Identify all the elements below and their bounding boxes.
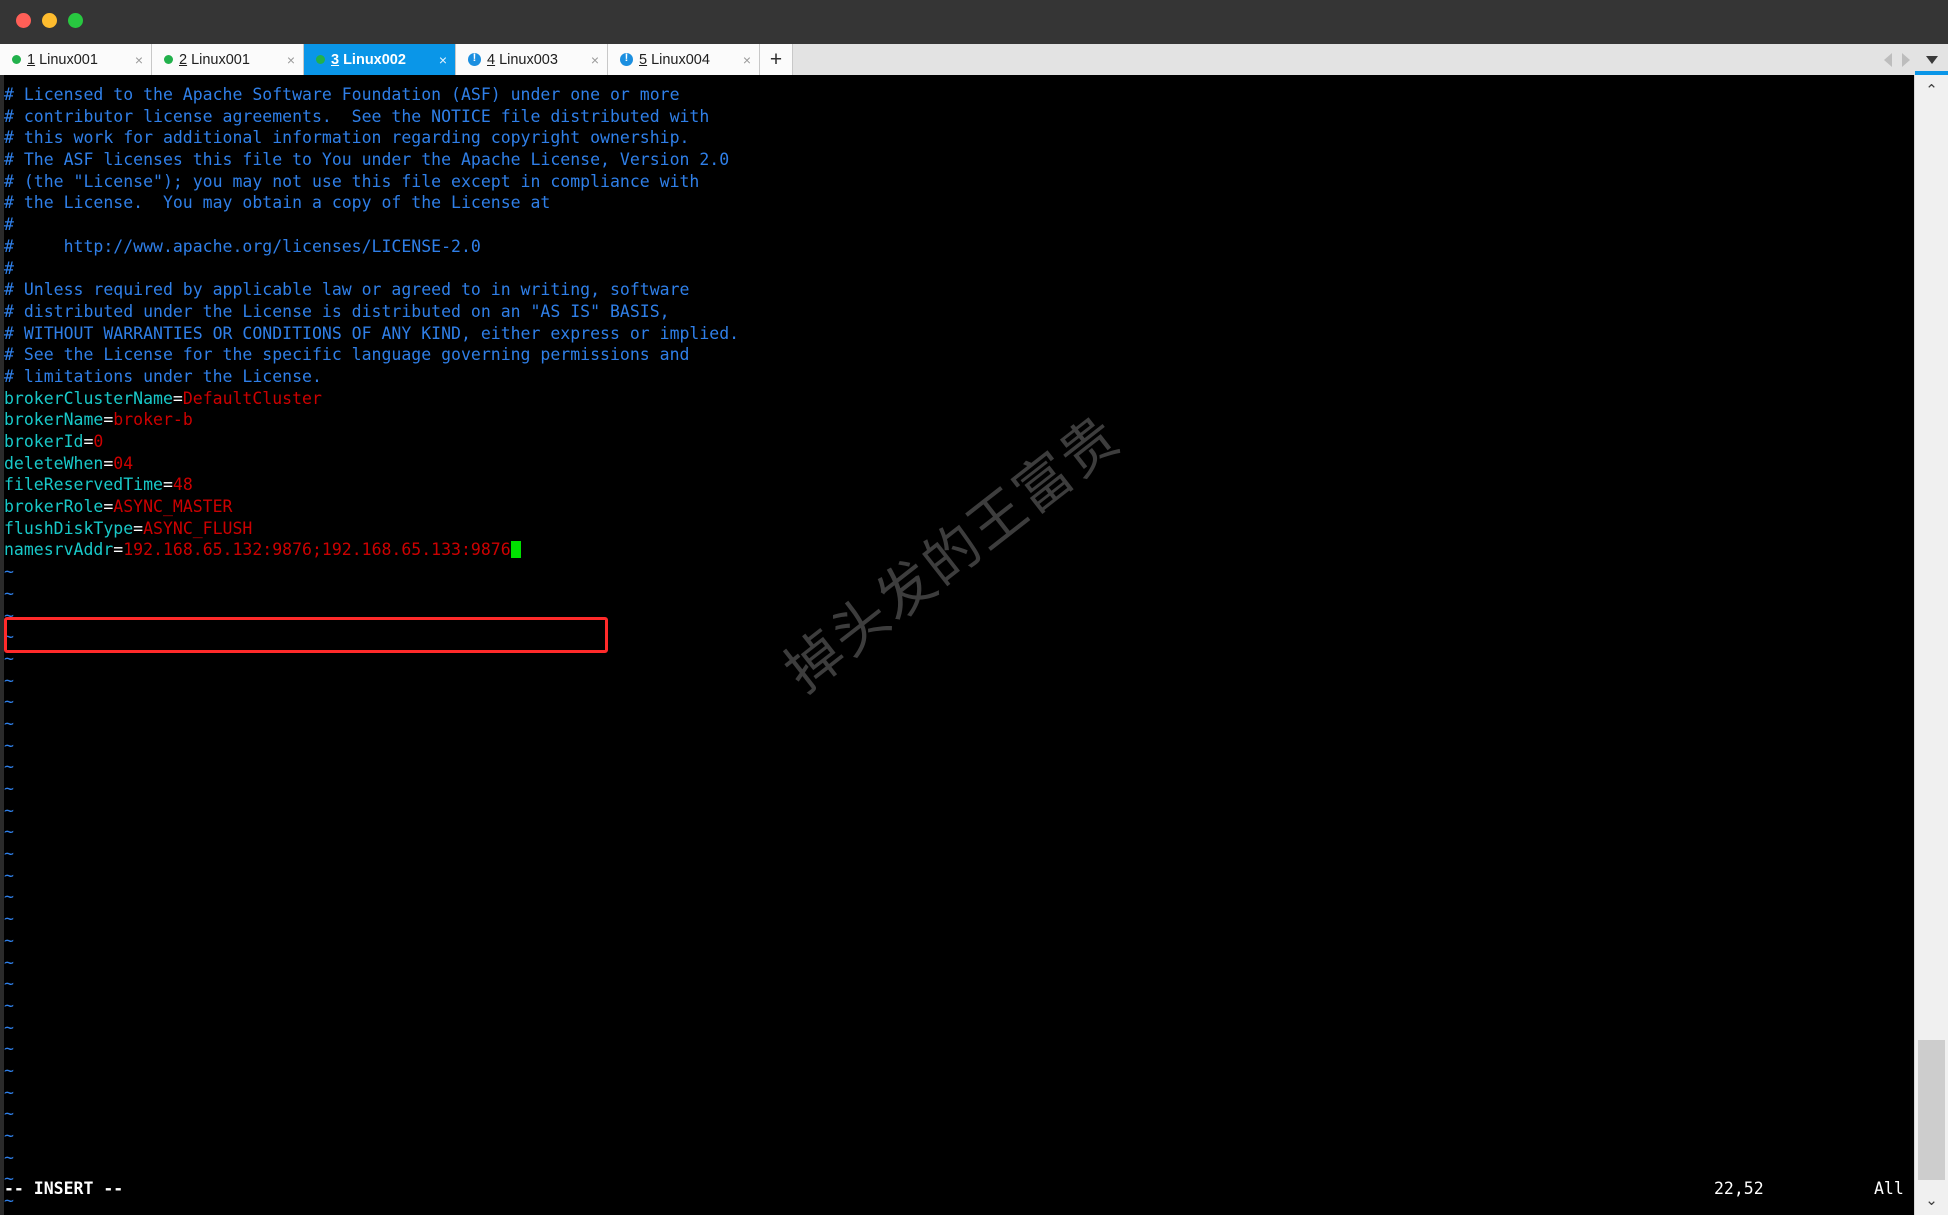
minimize-window-icon[interactable] [42, 13, 57, 28]
terminal-vertical-scrollbar[interactable]: ⌃ ⌄ [1914, 71, 1948, 1215]
empty-line-marker: ~ [4, 822, 14, 842]
cursor-position-indicator: 22,52 [1714, 1179, 1764, 1198]
tab-linux004[interactable]: 5 Linux004 × [608, 44, 760, 75]
empty-line-marker: ~ [4, 952, 14, 972]
empty-line-marker: ~ [4, 909, 14, 929]
empty-line-marker: ~ [4, 757, 14, 777]
empty-line-marker: ~ [4, 1060, 14, 1080]
buffer-line: # WITHOUT WARRANTIES OR CONDITIONS OF AN… [4, 323, 740, 343]
terminal-app-window: 1 Linux001 × 2 Linux001 × 3 Linux002 × 4… [0, 0, 1948, 1215]
buffer-line: # [4, 258, 14, 278]
empty-line-marker: ~ [4, 670, 14, 690]
empty-line-marker: ~ [4, 648, 14, 668]
tab-label: Linux001 [191, 51, 250, 68]
connection-status-icon [12, 55, 21, 64]
buffer-line: # Licensed to the Apache Software Founda… [4, 85, 680, 104]
buffer-line: # The ASF licenses this file to You unde… [4, 150, 730, 170]
tabstrip-empty-space [793, 44, 1884, 75]
tab-linux002-active[interactable]: 3 Linux002 × [304, 44, 456, 75]
tab-index: 3 [331, 51, 340, 68]
next-tab-arrow-icon[interactable] [1902, 52, 1910, 67]
buffer-line: deleteWhen=04 [4, 453, 134, 473]
buffer-line: # contributor license agreements. See th… [4, 106, 710, 126]
vim-buffer-content: # Licensed to the Apache Software Founda… [4, 84, 1910, 1212]
empty-line-marker: ~ [4, 1126, 14, 1145]
new-tab-button[interactable]: + [760, 44, 793, 75]
empty-line-marker: ~ [4, 930, 14, 950]
empty-line-marker: ~ [4, 1147, 14, 1167]
window-titlebar [0, 0, 1948, 44]
tab-index: 5 [639, 51, 648, 68]
empty-line-marker: ~ [4, 1017, 14, 1037]
close-tab-icon[interactable]: × [725, 53, 751, 67]
scroll-position-indicator: All [1874, 1179, 1904, 1198]
scrollbar-thumb[interactable] [1918, 1040, 1945, 1180]
empty-line-marker: ~ [4, 887, 14, 907]
tab-linux001-2[interactable]: 2 Linux001 × [152, 44, 304, 75]
tab-index: 4 [487, 51, 496, 68]
empty-line-marker: ~ [4, 627, 14, 647]
empty-line-marker: ~ [4, 562, 14, 582]
empty-line-marker: ~ [4, 865, 14, 885]
vim-mode-indicator: -- INSERT -- [4, 1179, 124, 1198]
tab-index: 2 [179, 51, 188, 68]
tab-label: Linux004 [651, 51, 710, 68]
tab-linux001-1[interactable]: 1 Linux001 × [0, 44, 152, 75]
close-tab-icon[interactable]: × [269, 53, 295, 67]
chevron-down-icon[interactable] [1926, 55, 1938, 64]
text-cursor [510, 541, 521, 559]
info-status-icon [468, 51, 481, 66]
buffer-line: fileReservedTime=48 [4, 475, 193, 495]
empty-line-marker: ~ [4, 735, 14, 755]
buffer-line: # See the License for the specific langu… [4, 345, 690, 365]
tab-index: 1 [27, 51, 36, 68]
window-controls [16, 13, 83, 28]
close-tab-icon[interactable]: × [421, 53, 447, 67]
buffer-line: # the License. You may obtain a copy of … [4, 193, 551, 213]
buffer-line: # Unless required by applicable law or a… [4, 280, 690, 300]
previous-tab-arrow-icon[interactable] [1884, 52, 1892, 67]
empty-line-marker: ~ [4, 974, 14, 994]
buffer-line: brokerId=0 [4, 432, 104, 451]
terminal-viewport[interactable]: # Licensed to the Apache Software Founda… [0, 75, 1914, 1215]
session-tabstrip: 1 Linux001 × 2 Linux001 × 3 Linux002 × 4… [0, 44, 1948, 75]
close-tab-icon[interactable]: × [117, 53, 143, 67]
empty-line-marker: ~ [4, 583, 14, 603]
buffer-line: # [4, 215, 14, 235]
empty-line-marker: ~ [4, 779, 14, 798]
buffer-line: brokerClusterName=DefaultCluster [4, 388, 322, 408]
empty-line-marker: ~ [4, 605, 14, 625]
scroll-down-icon[interactable]: ⌄ [1915, 1185, 1948, 1215]
tab-linux003[interactable]: 4 Linux003 × [456, 44, 608, 75]
buffer-line: # limitations under the License. [4, 366, 322, 386]
close-window-icon[interactable] [16, 13, 31, 28]
buffer-line: brokerRole=ASYNC_MASTER [4, 497, 233, 517]
tab-label: Linux003 [499, 51, 558, 68]
buffer-line: brokerName=broker-b [4, 410, 193, 430]
scroll-up-icon[interactable]: ⌃ [1915, 75, 1948, 105]
connection-status-icon [164, 55, 173, 64]
tab-label: Linux001 [39, 51, 98, 68]
buffer-line: namesrvAddr=192.168.65.132:9876;192.168.… [4, 539, 1910, 561]
buffer-line: flushDiskType=ASYNC_FLUSH [4, 518, 253, 538]
empty-line-marker: ~ [4, 1104, 14, 1124]
empty-line-marker: ~ [4, 1039, 14, 1059]
empty-line-marker: ~ [4, 692, 14, 712]
connection-status-icon [316, 55, 325, 64]
empty-line-marker: ~ [4, 713, 14, 733]
empty-line-marker: ~ [4, 995, 14, 1015]
empty-line-marker: ~ [4, 844, 14, 864]
tab-label: Linux002 [343, 51, 406, 68]
buffer-line: # distributed under the License is distr… [4, 301, 670, 321]
empty-line-marker: ~ [4, 800, 14, 820]
empty-line-marker: ~ [4, 1082, 14, 1102]
buffer-line: # this work for additional information r… [4, 128, 690, 148]
buffer-line: # http://www.apache.org/licenses/LICENSE… [4, 236, 481, 256]
info-status-icon [620, 51, 633, 66]
close-tab-icon[interactable]: × [573, 53, 599, 67]
vim-status-line: -- INSERT -- 22,52 All [4, 1179, 1904, 1203]
buffer-line: # (the "License"); you may not use this … [4, 171, 700, 191]
maximize-window-icon[interactable] [68, 13, 83, 28]
